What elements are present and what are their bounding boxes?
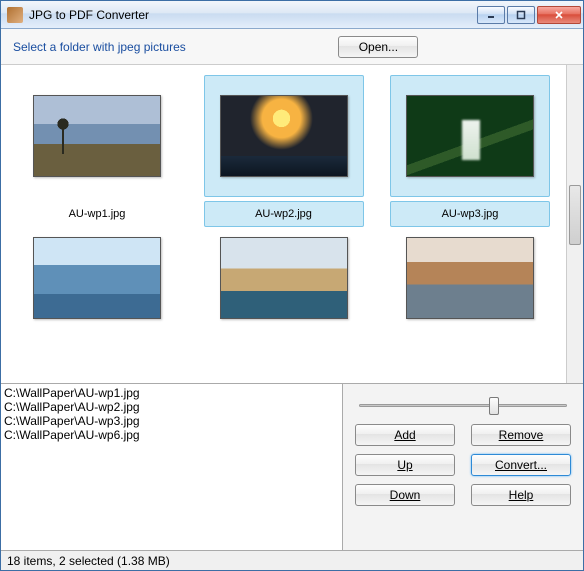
scrollbar-thumb[interactable]	[569, 185, 581, 245]
down-button[interactable]: Down	[355, 484, 455, 506]
help-button[interactable]: Help	[471, 484, 571, 506]
thumbnail-image	[220, 237, 348, 319]
add-button[interactable]: Add	[355, 424, 455, 446]
list-item[interactable]: C:\WallPaper\AU-wp1.jpg	[4, 386, 342, 400]
control-panel: Add Remove Up Convert... Down Help	[343, 384, 583, 550]
slider-track	[359, 404, 567, 407]
thumbnail-image	[406, 95, 534, 177]
thumbnail-image	[33, 237, 161, 319]
maximize-button[interactable]	[507, 6, 535, 24]
thumbnail-item[interactable]	[390, 233, 550, 323]
slider-thumb[interactable]	[489, 397, 499, 415]
list-item[interactable]: C:\WallPaper\AU-wp2.jpg	[4, 400, 342, 414]
app-icon	[7, 7, 23, 23]
thumbnail-item[interactable]	[17, 233, 177, 323]
app-window: JPG to PDF Converter Select a folder wit…	[0, 0, 584, 571]
close-button[interactable]	[537, 6, 581, 24]
thumbnail-item[interactable]: AU-wp1.jpg	[17, 75, 177, 227]
thumbnail-item[interactable]: AU-wp3.jpg	[390, 75, 550, 227]
thumbnail-caption: AU-wp3.jpg	[442, 208, 499, 220]
gallery-area: AU-wp1.jpg AU-wp2.jpg AU-wp3.jpg	[1, 65, 583, 384]
gallery-scrollbar[interactable]	[566, 65, 583, 383]
minimize-button[interactable]	[477, 6, 505, 24]
up-button[interactable]: Up	[355, 454, 455, 476]
thumbnail-item[interactable]: AU-wp2.jpg	[204, 75, 364, 227]
thumbnail-gallery[interactable]: AU-wp1.jpg AU-wp2.jpg AU-wp3.jpg	[1, 65, 566, 383]
open-button[interactable]: Open...	[338, 36, 418, 58]
window-title: JPG to PDF Converter	[29, 8, 477, 22]
window-buttons	[477, 6, 583, 24]
list-item[interactable]: C:\WallPaper\AU-wp6.jpg	[4, 428, 342, 442]
thumbnail-image	[220, 95, 348, 177]
thumbnail-image	[33, 95, 161, 177]
thumbnail-item[interactable]	[204, 233, 364, 323]
list-item[interactable]: C:\WallPaper\AU-wp3.jpg	[4, 414, 342, 428]
convert-button[interactable]: Convert...	[471, 454, 571, 476]
titlebar[interactable]: JPG to PDF Converter	[1, 1, 583, 29]
thumbnail-caption: AU-wp1.jpg	[69, 208, 126, 220]
zoom-slider[interactable]	[355, 392, 571, 416]
toolbar: Select a folder with jpeg pictures Open.…	[1, 29, 583, 65]
thumbnail-image	[406, 237, 534, 319]
status-text: 18 items, 2 selected (1.38 MB)	[7, 554, 170, 568]
status-bar: 18 items, 2 selected (1.38 MB)	[1, 550, 583, 570]
folder-prompt: Select a folder with jpeg pictures	[13, 40, 186, 54]
remove-button[interactable]: Remove	[471, 424, 571, 446]
thumbnail-caption: AU-wp2.jpg	[255, 208, 312, 220]
file-list[interactable]: C:\WallPaper\AU-wp1.jpg C:\WallPaper\AU-…	[1, 384, 343, 550]
bottom-panel: C:\WallPaper\AU-wp1.jpg C:\WallPaper\AU-…	[1, 384, 583, 550]
